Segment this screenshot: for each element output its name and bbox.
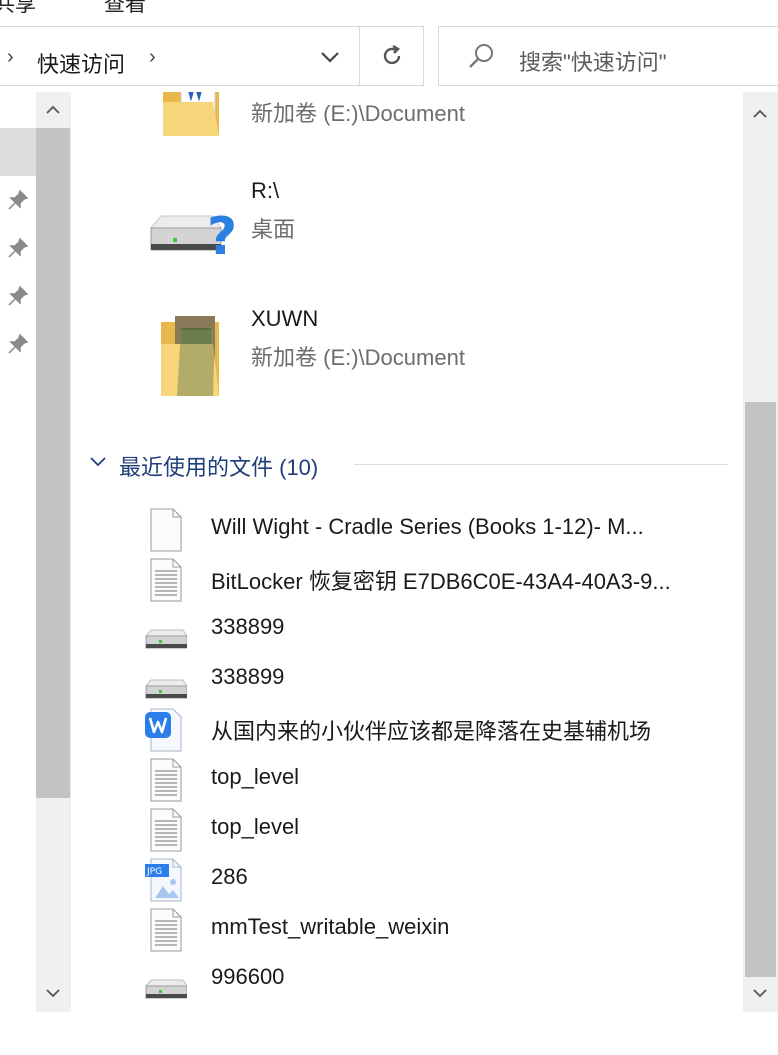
list-item[interactable]: BitLocker 恢复密钥 E7DB6C0E-43A4-40A3-9... <box>145 554 725 602</box>
address-bar[interactable]: › 快速访问 › <box>0 26 424 86</box>
scroll-down-button[interactable] <box>743 978 777 1008</box>
pin-icon[interactable] <box>6 332 30 356</box>
ribbon-tabs: 共享 查看 <box>0 0 778 23</box>
drive-icon <box>145 679 187 699</box>
list-item[interactable]: top_level <box>145 804 725 852</box>
recent-files-group-header[interactable]: 最近使用的文件 (10) <box>89 450 729 480</box>
file-name: 996600 <box>211 964 285 989</box>
file-name: mmTest_writable_weixin <box>211 914 450 939</box>
quick-access-item[interactable]: XUWN 新加卷 (E:)\Document <box>141 302 661 412</box>
file-name: Will Wight - Cradle Series (Books 1-12)-… <box>211 514 644 539</box>
tab-share[interactable]: 共享 <box>0 0 36 18</box>
item-name: XUWN <box>251 306 319 331</box>
navigation-pane <box>0 92 71 1012</box>
list-item[interactable]: 338899 <box>145 604 725 652</box>
breadcrumb-quick-access[interactable]: 快速访问 <box>37 47 125 79</box>
scrollbar-thumb[interactable] <box>745 402 776 977</box>
pin-icon[interactable] <box>6 188 30 212</box>
file-list-pane: 新加卷 (E:)\Document ? R:\ 桌面 XUWN 新加卷 (E:)… <box>71 92 743 1012</box>
pin-icon[interactable] <box>6 236 30 260</box>
address-row: › 快速访问 › 搜索"快速访问" <box>0 22 778 93</box>
scrollbar-thumb[interactable] <box>36 128 70 798</box>
pin-icon[interactable] <box>6 284 30 308</box>
chevron-down-icon[interactable] <box>89 456 107 468</box>
content-scrollbar[interactable] <box>743 92 778 1012</box>
status-area <box>0 1012 778 1055</box>
file-name: top_level <box>211 814 300 839</box>
svg-text:?: ? <box>207 207 237 267</box>
scroll-up-button[interactable] <box>743 98 777 128</box>
nav-scrollbar[interactable] <box>36 92 70 1012</box>
text-file-icon <box>150 908 182 952</box>
item-name: R:\ <box>251 178 280 203</box>
list-item[interactable]: 从国内来的小伙伴应该都是降落在史基辅机场 <box>145 704 725 752</box>
item-location: 新加卷 (E:)\Document <box>251 345 465 370</box>
breadcrumb-chevron-icon[interactable]: › <box>149 46 156 69</box>
file-name: 338899 <box>211 664 285 689</box>
item-location: 桌面 <box>251 217 296 242</box>
file-name: BitLocker 恢复密钥 E7DB6C0E-43A4-40A3-9... <box>211 569 671 594</box>
nav-selected-item[interactable] <box>0 128 36 176</box>
list-item[interactable]: 996600 <box>145 954 725 1002</box>
list-item[interactable]: 338899 <box>145 654 725 702</box>
item-location: 新加卷 (E:)\Document <box>251 101 465 126</box>
unknown-drive-icon: ? <box>149 207 237 267</box>
group-divider <box>354 464 728 465</box>
chevron-down-icon <box>753 988 767 997</box>
scroll-down-button[interactable] <box>36 978 70 1008</box>
list-item[interactable]: Will Wight - Cradle Series (Books 1-12)-… <box>145 504 725 552</box>
wps-doc-icon <box>145 708 182 752</box>
quick-access-item[interactable]: 新加卷 (E:)\Document <box>141 92 661 172</box>
chevron-down-icon <box>321 52 339 63</box>
refresh-button[interactable] <box>359 27 424 85</box>
text-file-icon <box>150 808 182 852</box>
quick-access-item[interactable]: ? R:\ 桌面 <box>141 174 661 284</box>
address-history-dropdown[interactable] <box>315 39 345 75</box>
folder-with-word-doc-icon <box>163 92 219 136</box>
group-label: 最近使用的文件 (10) <box>119 455 319 480</box>
tab-view[interactable]: 查看 <box>104 0 146 18</box>
search-box[interactable]: 搜索"快速访问" <box>438 26 778 86</box>
search-input[interactable]: 搜索"快速访问" <box>519 45 667 77</box>
drive-icon <box>145 979 187 999</box>
file-name: top_level <box>211 764 300 789</box>
blank-file-icon <box>150 508 182 552</box>
file-name: 286 <box>211 864 248 889</box>
list-item[interactable]: mmTest_writable_weixin <box>145 904 725 952</box>
list-item[interactable]: top_level <box>145 754 725 802</box>
breadcrumb-root-chevron-icon[interactable]: › <box>7 46 14 69</box>
text-file-icon <box>150 558 182 602</box>
list-item[interactable]: JPG 286 <box>145 854 725 902</box>
folder-with-photo-icon <box>161 316 219 396</box>
file-name: 338899 <box>211 614 285 639</box>
jpg-badge: JPG <box>146 867 162 877</box>
jpg-file-icon: JPG <box>145 858 182 902</box>
file-name: 从国内来的小伙伴应该都是降落在史基辅机场 <box>211 719 652 744</box>
search-icon <box>469 44 493 68</box>
drive-icon <box>145 629 187 649</box>
text-file-icon <box>150 758 182 802</box>
refresh-icon <box>383 44 401 65</box>
chevron-down-icon <box>46 988 60 997</box>
scroll-up-button[interactable] <box>36 94 70 124</box>
chevron-up-icon <box>46 105 60 114</box>
chevron-up-icon <box>753 109 767 118</box>
